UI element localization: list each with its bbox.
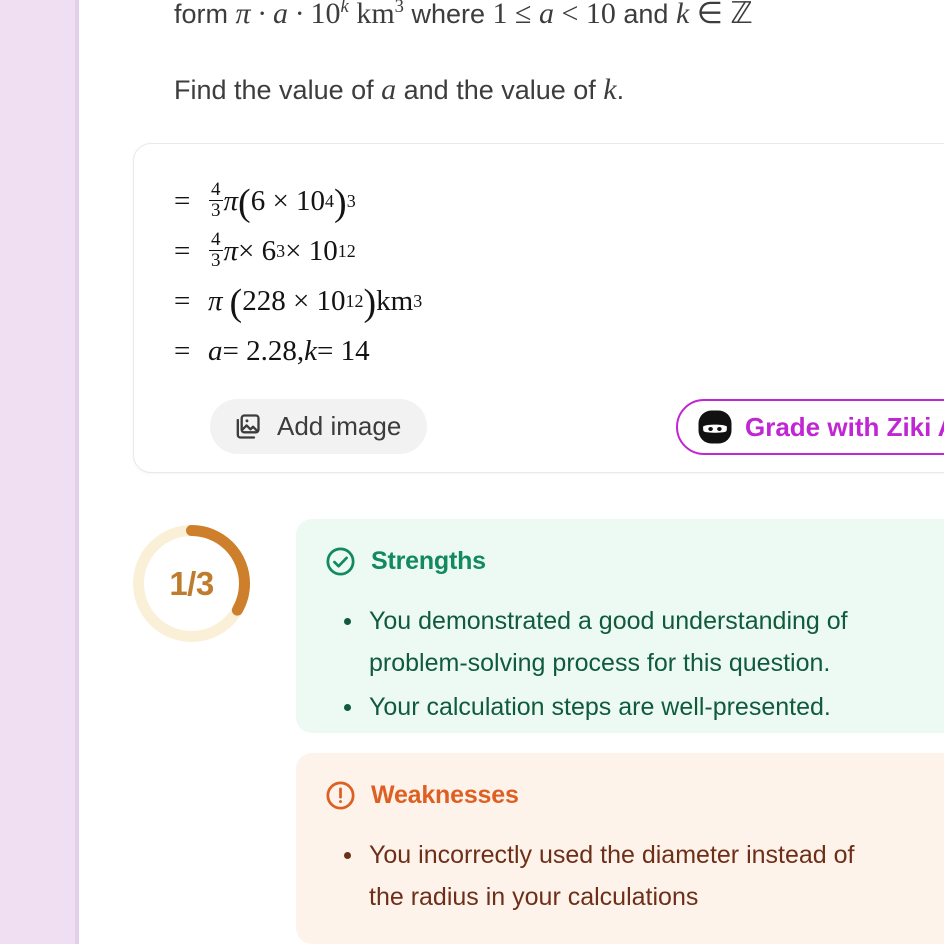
- bullet-dot: [344, 704, 351, 711]
- weaknesses-title: Weaknesses: [371, 781, 519, 809]
- strengths-list: You demonstrated a good understanding of…: [324, 600, 944, 728]
- math-line-3-close-paren: ): [363, 282, 377, 324]
- math-line-3-open-paren: (: [229, 282, 243, 324]
- image-stack-icon: [232, 411, 263, 442]
- math-line-4: = a = 2.28, k = 14: [174, 326, 422, 376]
- question-line-1-condition-1: 1 ≤ a < 10: [492, 0, 616, 30]
- check-circle-icon: [324, 545, 357, 578]
- math-working: = 4 3 π ( 6 × 10 4 ) 3 = 4 3 π × 6 3 × 1…: [174, 176, 422, 376]
- math-line-2-pi: π: [223, 234, 239, 267]
- question-line-1-condition-2: k ∈ ℤ: [675, 0, 753, 30]
- list-item: Your calculation steps are well-presente…: [324, 686, 944, 728]
- math-line-2-numerator: 4: [211, 229, 221, 251]
- math-line-4-variable-k: k: [304, 334, 317, 367]
- list-item: You demonstrated a good understanding of…: [324, 600, 944, 684]
- feedback-card-strengths: Strengths You demonstrated a good unders…: [296, 519, 944, 733]
- list-item: You incorrectly used the diameter instea…: [324, 834, 944, 918]
- question-line-1-prefix: form: [174, 0, 236, 29]
- ninja-icon: [698, 410, 732, 444]
- math-line-4-equals: =: [174, 334, 191, 367]
- question-line-1-unit: km: [348, 0, 395, 30]
- student-work-card[interactable]: = 4 3 π ( 6 × 10 4 ) 3 = 4 3 π × 6 3 × 1…: [133, 143, 944, 473]
- strengths-item-1-line1: Your calculation steps are well-presente…: [369, 693, 831, 721]
- math-line-1: = 4 3 π ( 6 × 10 4 ) 3: [174, 179, 356, 224]
- math-line-3: = π ( 228 × 10 12 ) km 3: [174, 282, 423, 324]
- score-value: 1/3: [169, 564, 214, 602]
- strengths-title: Strengths: [371, 547, 486, 575]
- grade-with-ziki-ai-label: Grade with Ziki AI: [745, 411, 944, 442]
- left-sidebar-rail: [0, 0, 79, 944]
- strengths-item-0-line2: problem-solving process for this questio…: [369, 649, 831, 677]
- main-content: form π · a · 10k km3 where 1 ≤ a < 10 an…: [79, 0, 944, 944]
- math-line-1-close-paren: ): [334, 182, 347, 224]
- question-line-1-pi-a-10: π · a · 10: [235, 0, 341, 30]
- app-root: form π · a · 10k km3 where 1 ≤ a < 10 an…: [0, 0, 944, 944]
- math-line-1-equals: =: [174, 184, 191, 217]
- weaknesses-item-0-line1: You incorrectly used the diameter instea…: [369, 841, 855, 869]
- math-line-2-equals: =: [174, 234, 191, 267]
- math-line-4-value-k: = 14: [316, 334, 370, 367]
- math-line-1-pi: π: [223, 184, 239, 217]
- math-line-3-equals: =: [174, 284, 191, 317]
- question-line-2-text: Find the value of a and the value of k.: [174, 73, 625, 106]
- math-line-1-base: 6 × 10: [250, 184, 326, 217]
- score-ring: 1/3: [127, 519, 256, 648]
- math-line-1-numerator: 4: [211, 179, 221, 201]
- question-line-1-and: and: [615, 0, 676, 29]
- feedback-card-weaknesses: Weaknesses You incorrectly used the diam…: [296, 753, 944, 944]
- math-line-2-times-ten: × 10: [285, 234, 338, 267]
- add-image-label: Add image: [277, 411, 402, 441]
- math-line-2-fraction: 4 3: [209, 230, 223, 270]
- question-line-2: Find the value of a and the value of k.: [174, 70, 624, 110]
- math-line-1-open-paren: (: [238, 182, 251, 224]
- question-line-1: form π · a · 10k km3 where 1 ≤ a < 10 an…: [174, 0, 753, 36]
- math-line-1-denominator: 3: [209, 199, 223, 221]
- math-line-3-inner: 228 × 10: [242, 284, 346, 317]
- math-line-4-value-a: = 2.28,: [222, 334, 305, 367]
- question-line-1-exponent-k: k: [340, 0, 349, 17]
- strengths-item-0-line1: You demonstrated a good understanding of: [369, 607, 848, 635]
- weaknesses-item-0-line2: the radius in your calculations: [369, 883, 699, 911]
- math-line-2-times-six: × 6: [238, 234, 277, 267]
- math-line-2-denominator: 3: [209, 249, 223, 271]
- math-line-3-pi: π: [208, 284, 223, 317]
- weaknesses-list: You incorrectly used the diameter instea…: [324, 834, 944, 918]
- question-line-1-unit-exponent: 3: [394, 0, 404, 17]
- weaknesses-header: Weaknesses: [324, 779, 944, 812]
- math-line-1-fraction: 4 3: [209, 180, 223, 220]
- bullet-dot: [344, 618, 351, 625]
- math-line-2: = 4 3 π × 6 3 × 10 12: [174, 229, 356, 271]
- strengths-header: Strengths: [324, 545, 944, 578]
- math-line-3-unit: km: [376, 284, 414, 317]
- question-line-1-where: where: [403, 0, 493, 29]
- bullet-dot: [344, 852, 351, 859]
- add-image-button[interactable]: Add image: [210, 399, 428, 454]
- math-line-4-variable-a: a: [208, 334, 223, 367]
- grade-with-ziki-ai-button[interactable]: Grade with Ziki AI: [676, 399, 944, 455]
- exclamation-circle-icon: [324, 779, 357, 812]
